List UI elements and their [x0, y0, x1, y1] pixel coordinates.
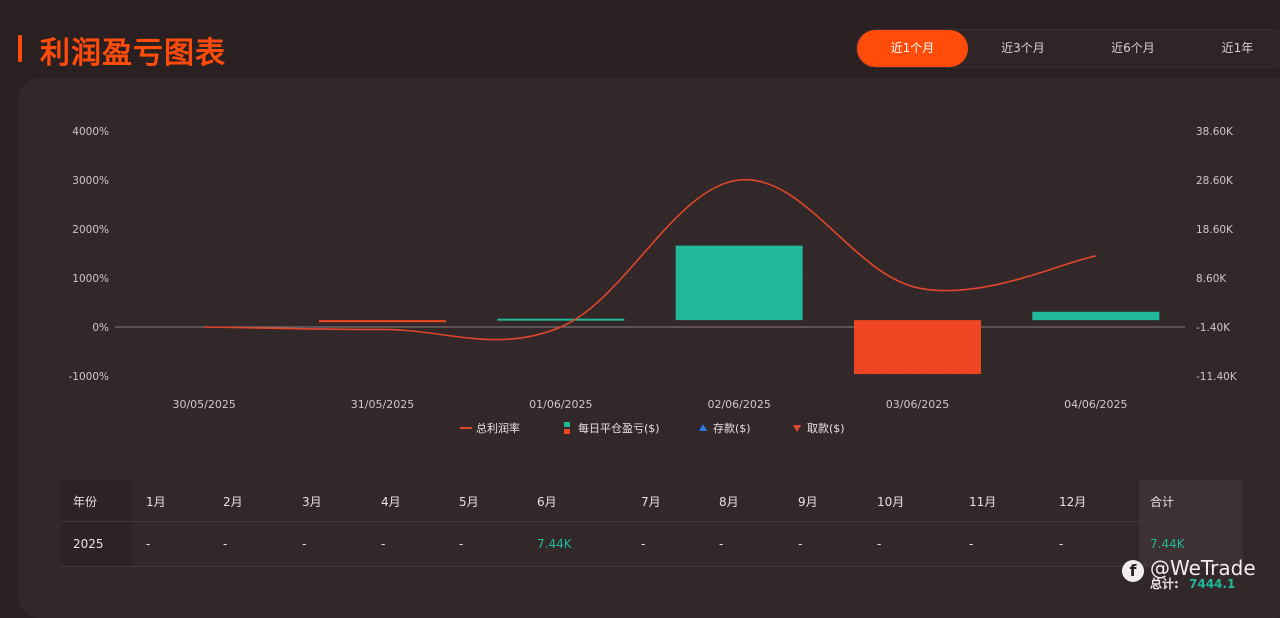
- y-left-tick-label: -1000%: [69, 371, 110, 383]
- x-tick-label: 30/05/2025: [172, 398, 235, 411]
- table-cell: -: [641, 537, 646, 551]
- x-tick-label: 03/06/2025: [886, 398, 949, 411]
- legend-profit-icon: [564, 422, 570, 427]
- pnl-bar: [854, 320, 981, 375]
- legend-label: 总利润率: [476, 421, 520, 435]
- legend-label: 每日平仓盈亏($): [578, 421, 660, 435]
- table-header-cell: 8月: [719, 495, 739, 509]
- y-right-tick-label: 18.60K: [1196, 224, 1234, 236]
- table-header-cell: 5月: [459, 495, 479, 509]
- table-divider: [61, 521, 1243, 522]
- table-cell: -: [969, 537, 974, 551]
- table-header-cell: 9月: [798, 495, 818, 509]
- profit-rate-line: [204, 179, 1096, 341]
- withdraw-down-icon: [793, 425, 801, 432]
- y-left-tick-label: 0%: [92, 322, 109, 334]
- x-tick-label: 04/06/2025: [1064, 398, 1127, 411]
- table-header-cell: 10月: [877, 495, 905, 509]
- table-cell: -: [223, 537, 228, 551]
- monthly-summary-table: 年份 1月 2月 3月 4月 5月 6月 7月 8月 9月 10月 11月 12月 合计 2025 - - - -…: [61, 480, 1243, 567]
- brand-logo-icon: f: [1122, 560, 1144, 582]
- legend-label: 存款($): [713, 421, 751, 435]
- pnl-bar: [319, 320, 446, 323]
- table-cell: 7.44K: [537, 537, 572, 551]
- table-header-cell: 4月: [381, 495, 401, 509]
- legend-loss-icon: [564, 429, 570, 434]
- y-left-tick-label: 3000%: [72, 175, 109, 187]
- pnl-bar: [497, 318, 625, 321]
- table-cell: -: [302, 537, 307, 551]
- table-cell: 7.44K: [1150, 537, 1185, 551]
- y-left-tick-label: 2000%: [72, 224, 109, 236]
- table-header-cell: 合计: [1150, 495, 1175, 509]
- table-header-cell: 1月: [146, 495, 166, 509]
- table-cell: -: [459, 537, 464, 551]
- watermark: @WeTrade: [1150, 556, 1256, 580]
- x-tick-label: 31/05/2025: [351, 398, 414, 411]
- y-left-tick-label: 4000%: [72, 126, 109, 138]
- legend-label: 取款($): [807, 421, 845, 435]
- table-header-cell: 3月: [302, 495, 322, 509]
- table-divider: [61, 566, 1243, 567]
- y-right-tick-label: -11.40K: [1196, 371, 1238, 383]
- table-header-cell: 7月: [641, 495, 661, 509]
- x-tick-label: 02/06/2025: [707, 398, 770, 411]
- table-cell: -: [798, 537, 803, 551]
- deposit-up-icon: [699, 424, 707, 431]
- table-cell: -: [381, 537, 386, 551]
- table-cell: -: [719, 537, 724, 551]
- table-cell: -: [877, 537, 882, 551]
- y-right-tick-label: 8.60K: [1196, 273, 1227, 285]
- table-cell: 2025: [73, 537, 104, 551]
- y-left-tick-label: 1000%: [72, 273, 109, 285]
- table-cell: -: [1059, 537, 1064, 551]
- y-right-tick-label: 28.60K: [1196, 175, 1234, 187]
- table-header-cell: 11月: [969, 495, 997, 509]
- table-header-cell: 年份: [73, 495, 98, 509]
- profit-loss-chart: 4000% 38.60K 3000% 28.60K 2000% 18.60K 1000% 8.…: [69, 126, 1238, 435]
- x-tick-label: 01/06/2025: [529, 398, 592, 411]
- table-header-cell: 6月: [537, 495, 557, 509]
- y-right-tick-label: -1.40K: [1196, 322, 1231, 334]
- pnl-bar: [1032, 311, 1160, 321]
- y-right-tick-label: 38.60K: [1196, 126, 1234, 138]
- table-header-cell: 12月: [1059, 495, 1087, 509]
- table-header-cell: 2月: [223, 495, 243, 509]
- table-cell: -: [146, 537, 151, 551]
- pnl-bar: [675, 245, 803, 321]
